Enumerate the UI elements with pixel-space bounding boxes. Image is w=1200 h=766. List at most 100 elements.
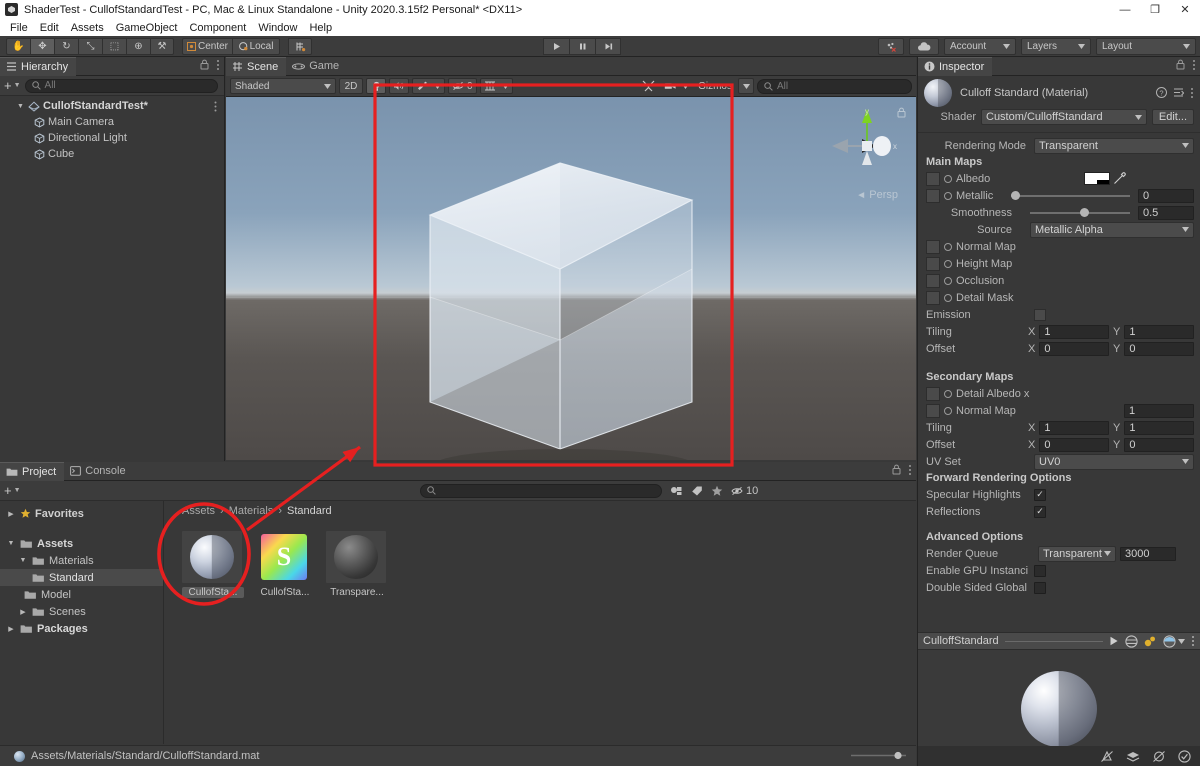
scene-tools-button[interactable] (638, 78, 658, 94)
hierarchy-item-directional-light[interactable]: Directional Light (0, 130, 224, 146)
reflections-checkbox[interactable]: ✓ (1034, 505, 1046, 518)
asset-item-culloffstandard-shader[interactable]: S CullofSta... (254, 531, 316, 598)
close-button[interactable]: ✕ (1170, 0, 1200, 19)
check-circle-icon[interactable] (1178, 749, 1191, 763)
double-sided-checkbox[interactable] (1034, 581, 1046, 594)
project-tree-standard[interactable]: Standard (0, 569, 163, 586)
asset-item-culloffstandard-material[interactable]: CullofSta... (182, 531, 244, 598)
normal-map-toggle-icon[interactable] (944, 242, 952, 251)
detail-albedo-texture-slot[interactable] (926, 386, 940, 401)
smoothness-value-field[interactable]: 0.5 (1138, 205, 1194, 220)
expand-triangle-icon[interactable]: ▼ (16, 103, 25, 110)
rotate-tool-button[interactable]: ↻ (54, 37, 78, 55)
metallic-texture-slot[interactable] (926, 188, 940, 203)
menu-item-window[interactable]: Window (252, 21, 303, 35)
menu-item-gameobject[interactable]: GameObject (110, 21, 184, 35)
filter-type-icon[interactable] (670, 485, 683, 497)
menu-item-file[interactable]: File (4, 21, 34, 35)
gizmos-chevron-button[interactable] (738, 78, 754, 94)
preset-icon[interactable] (1173, 87, 1184, 98)
source-dropdown[interactable]: Metallic Alpha (1030, 221, 1194, 238)
shading-mode-dropdown[interactable]: Shaded (230, 78, 336, 94)
secondary-offset-y-field[interactable]: 0 (1124, 437, 1195, 452)
breadcrumb-materials[interactable]: Materials (229, 505, 274, 517)
metallic-value-field[interactable]: 0 (1138, 188, 1194, 203)
cloud-button[interactable] (909, 38, 939, 55)
offset-x-field[interactable]: 0 (1039, 341, 1109, 356)
detail-albedo-toggle-icon[interactable] (944, 389, 952, 398)
scale-tool-button[interactable]: ⤡ (78, 37, 102, 55)
occlusion-off-icon[interactable] (1152, 750, 1166, 763)
tab-scene[interactable]: Scene (226, 56, 287, 76)
hierarchy-search-input[interactable]: All (24, 78, 218, 93)
menu-item-help[interactable]: Help (303, 21, 338, 35)
step-button[interactable] (595, 38, 621, 55)
collab-button[interactable] (878, 38, 904, 55)
thumbnail-size-slider[interactable] (851, 751, 906, 760)
layout-dropdown[interactable]: Layout (1096, 38, 1196, 55)
kebab-menu-icon[interactable] (216, 59, 220, 71)
secondary-normal-toggle-icon[interactable] (944, 406, 952, 415)
project-tree-model[interactable]: Model (0, 586, 163, 603)
detail-mask-texture-slot[interactable] (926, 290, 940, 305)
secondary-offset-x-field[interactable]: 0 (1039, 437, 1109, 452)
hand-tool-button[interactable]: ✋ (6, 37, 30, 55)
move-tool-button[interactable]: ✥ (30, 37, 54, 55)
edit-shader-button[interactable]: Edit... (1151, 109, 1194, 125)
lock-icon[interactable] (892, 464, 901, 475)
albedo-toggle-icon[interactable] (944, 174, 952, 183)
tab-inspector[interactable]: Inspector (918, 56, 993, 76)
eyedropper-icon[interactable] (1113, 172, 1126, 185)
toggle-2d-button[interactable]: 2D (339, 78, 363, 94)
gizmo-lock-icon[interactable] (897, 107, 906, 118)
expand-triangle-icon[interactable]: ▶ (6, 510, 16, 518)
offset-y-field[interactable]: 0 (1124, 341, 1195, 356)
minimize-button[interactable]: — (1110, 0, 1140, 19)
tab-game[interactable]: Game (286, 57, 347, 76)
height-map-texture-slot[interactable] (926, 256, 940, 271)
transform-tool-button[interactable]: ⊕ (126, 37, 150, 55)
breadcrumb-assets[interactable]: Assets (182, 505, 215, 517)
favorite-star-icon[interactable] (711, 485, 723, 497)
scene-audio-toggle[interactable] (389, 78, 409, 94)
expand-triangle-icon[interactable]: ▶ (18, 608, 28, 616)
layers-dropdown[interactable]: Layers (1021, 38, 1091, 55)
scene-camera-mode-label[interactable]: ◄ Persp (856, 189, 898, 201)
smoothness-slider[interactable] (1030, 207, 1130, 217)
menu-item-component[interactable]: Component (183, 21, 252, 35)
project-visibility-count[interactable]: 10 (731, 485, 758, 497)
gpu-instancing-checkbox[interactable] (1034, 564, 1046, 577)
shader-dropdown[interactable]: Custom/CulloffStandard (981, 109, 1147, 125)
expand-triangle-icon[interactable]: ▼ (18, 557, 28, 564)
tab-console[interactable]: Console (64, 462, 133, 481)
scene-search-input[interactable]: All (757, 78, 912, 94)
account-dropdown[interactable]: Account (944, 38, 1016, 55)
secondary-tiling-y-field[interactable]: 1 (1124, 420, 1195, 435)
albedo-texture-slot[interactable] (926, 171, 940, 186)
kebab-menu-icon[interactable] (1192, 59, 1196, 71)
rendering-mode-dropdown[interactable]: Transparent (1034, 137, 1194, 154)
scene-cube-object[interactable] (226, 97, 916, 460)
secondary-normal-value-field[interactable]: 1 (1124, 403, 1194, 418)
pivot-mode-button[interactable]: Center (182, 37, 233, 55)
maximize-button[interactable]: ❐ (1140, 0, 1170, 19)
help-icon[interactable]: ? (1156, 86, 1167, 98)
scene-hidden-objects-button[interactable]: 0 (448, 78, 477, 94)
tab-hierarchy[interactable]: Hierarchy (0, 56, 77, 76)
play-button[interactable] (543, 38, 569, 55)
preview-lighting-icon[interactable] (1144, 635, 1157, 648)
project-search-input[interactable] (420, 483, 662, 498)
lock-icon[interactable] (200, 59, 209, 70)
grid-snap-button[interactable] (288, 37, 313, 55)
layers-stack-icon[interactable] (1126, 750, 1140, 763)
occlusion-toggle-icon[interactable] (944, 276, 952, 285)
project-tree-favorites[interactable]: ▶ Favorites (0, 505, 163, 522)
expand-triangle-icon[interactable]: ▶ (6, 625, 16, 633)
emission-toggle[interactable] (1034, 308, 1046, 321)
secondary-normal-texture-slot[interactable] (926, 403, 940, 418)
lightmap-off-icon[interactable] (1100, 750, 1114, 763)
render-queue-dropdown[interactable]: Transparent (1038, 545, 1116, 562)
occlusion-texture-slot[interactable] (926, 273, 940, 288)
menu-item-edit[interactable]: Edit (34, 21, 65, 35)
scene-canvas[interactable]: y x ◄ Persp (226, 97, 916, 460)
